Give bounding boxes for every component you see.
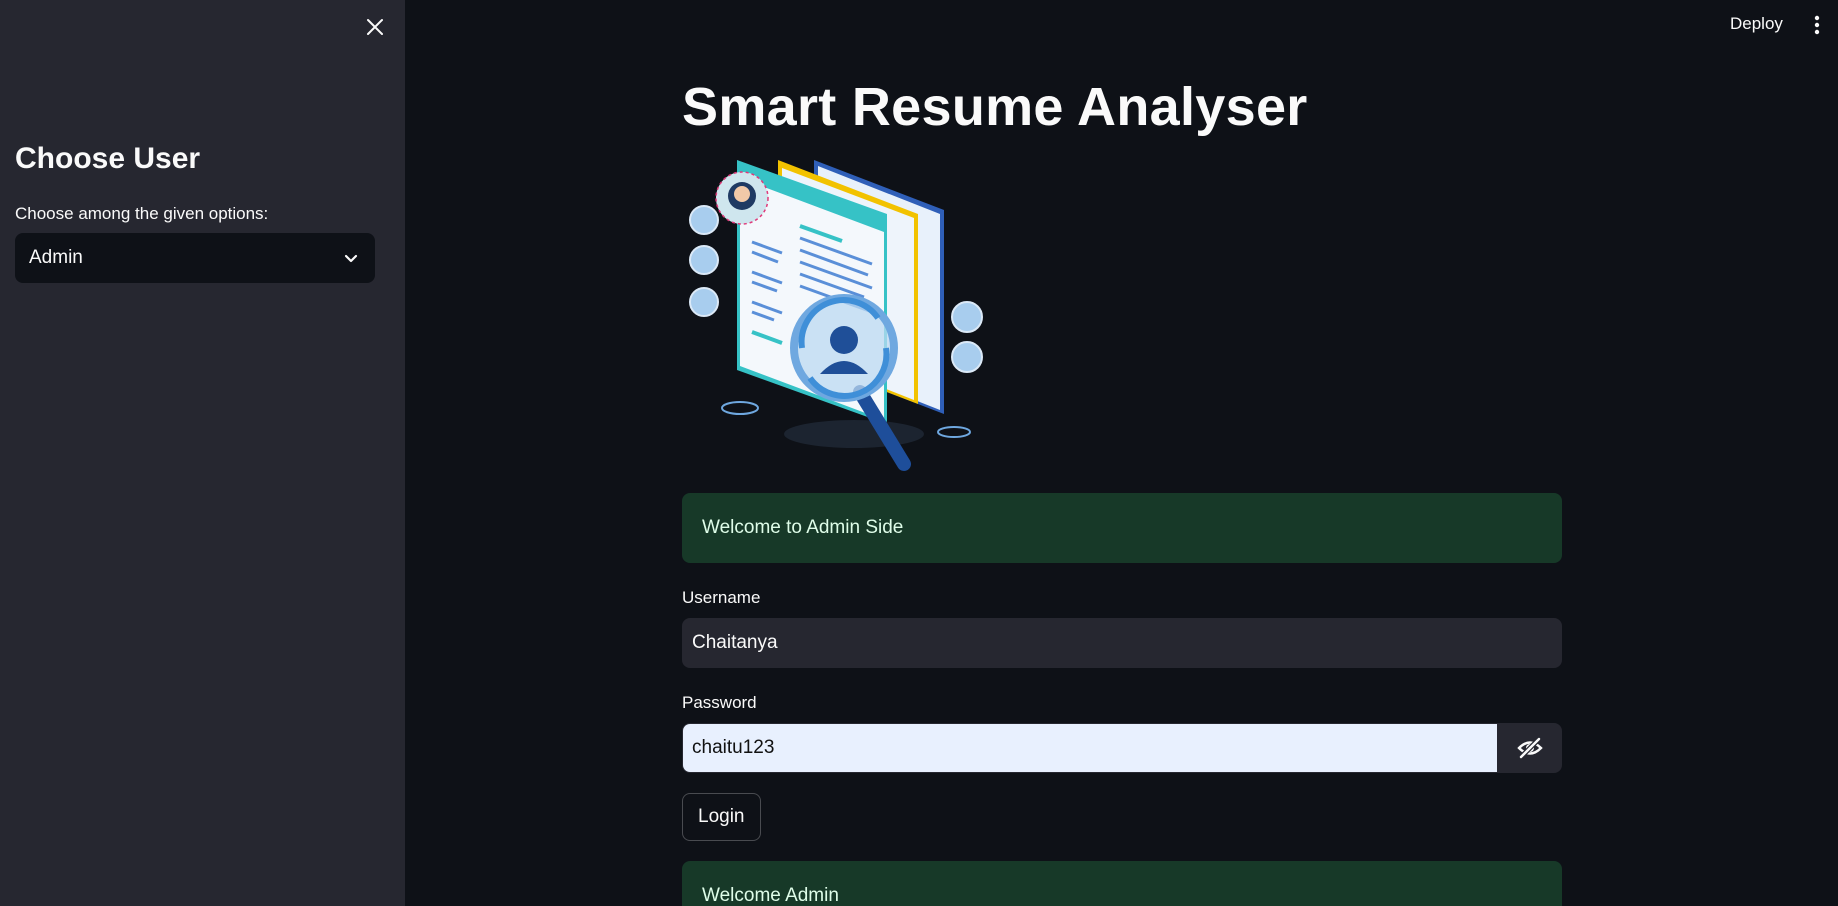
username-input[interactable] xyxy=(682,618,1562,668)
resume-illustration xyxy=(689,160,983,471)
toggle-password-visibility-button[interactable] xyxy=(1498,723,1562,773)
eye-off-icon xyxy=(1517,737,1543,759)
password-field xyxy=(682,723,1562,773)
deploy-button[interactable]: Deploy xyxy=(1730,14,1783,34)
welcome-admin-alert: Welcome Admin xyxy=(682,861,1562,906)
close-icon xyxy=(367,19,383,35)
more-vertical-icon xyxy=(1814,15,1820,35)
page-title: Smart Resume Analyser xyxy=(682,77,1308,137)
main-menu-button[interactable] xyxy=(1806,12,1828,38)
app-root: Choose User Choose among the given optio… xyxy=(0,0,1838,906)
select-label: Choose among the given options: xyxy=(15,204,269,223)
chevron-down-icon xyxy=(344,254,358,263)
close-sidebar-button[interactable] xyxy=(362,14,388,40)
username-label: Username xyxy=(682,588,761,607)
sidebar: Choose User Choose among the given optio… xyxy=(0,0,405,906)
password-input[interactable] xyxy=(683,724,1497,772)
user-select-value: Admin xyxy=(29,247,83,268)
welcome-side-alert: Welcome to Admin Side xyxy=(682,493,1562,563)
user-select[interactable]: Admin xyxy=(15,233,375,283)
password-label: Password xyxy=(682,693,757,712)
sidebar-title: Choose User xyxy=(15,142,201,175)
login-button[interactable]: Login xyxy=(682,793,761,841)
